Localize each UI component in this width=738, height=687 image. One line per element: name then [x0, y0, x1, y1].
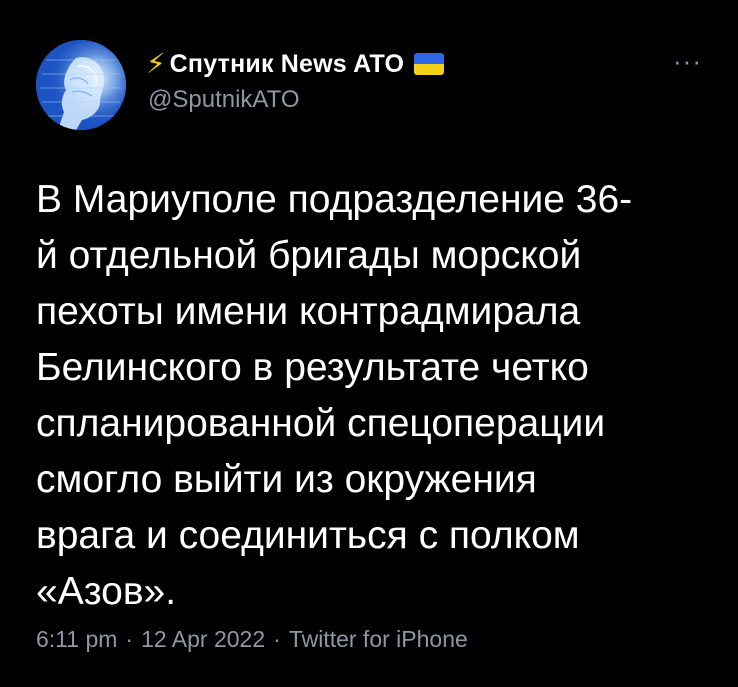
- tweet-source[interactable]: Twitter for iPhone: [289, 626, 468, 652]
- separator: ·: [125, 626, 134, 652]
- ukraine-flag-icon: [414, 53, 445, 75]
- lightning-bolt-icon: ⚡: [146, 48, 166, 79]
- author-handle[interactable]: @SputnikATO: [148, 86, 300, 114]
- face-avatar-icon: [36, 40, 126, 130]
- tweet-text: В Мариуполе подразделение 36- й отдельно…: [36, 178, 633, 613]
- avatar[interactable]: [36, 40, 126, 130]
- tweet-time[interactable]: 6:11 pm: [36, 626, 117, 652]
- separator: ·: [273, 626, 281, 652]
- tweet-card: ⚡ Спутник News ATO @SputnikATO ··· В Мар…: [0, 0, 738, 687]
- author-display-name[interactable]: Спутник News ATO: [170, 50, 405, 79]
- author-name-row[interactable]: ⚡ Спутник News ATO: [146, 48, 445, 80]
- tweet-metadata: 6:11 pm · 12 Apr 2022 · Twitter for iPhone: [36, 626, 468, 653]
- tweet-date[interactable]: 12 Apr 2022: [141, 626, 265, 652]
- more-options-icon[interactable]: ···: [673, 48, 702, 74]
